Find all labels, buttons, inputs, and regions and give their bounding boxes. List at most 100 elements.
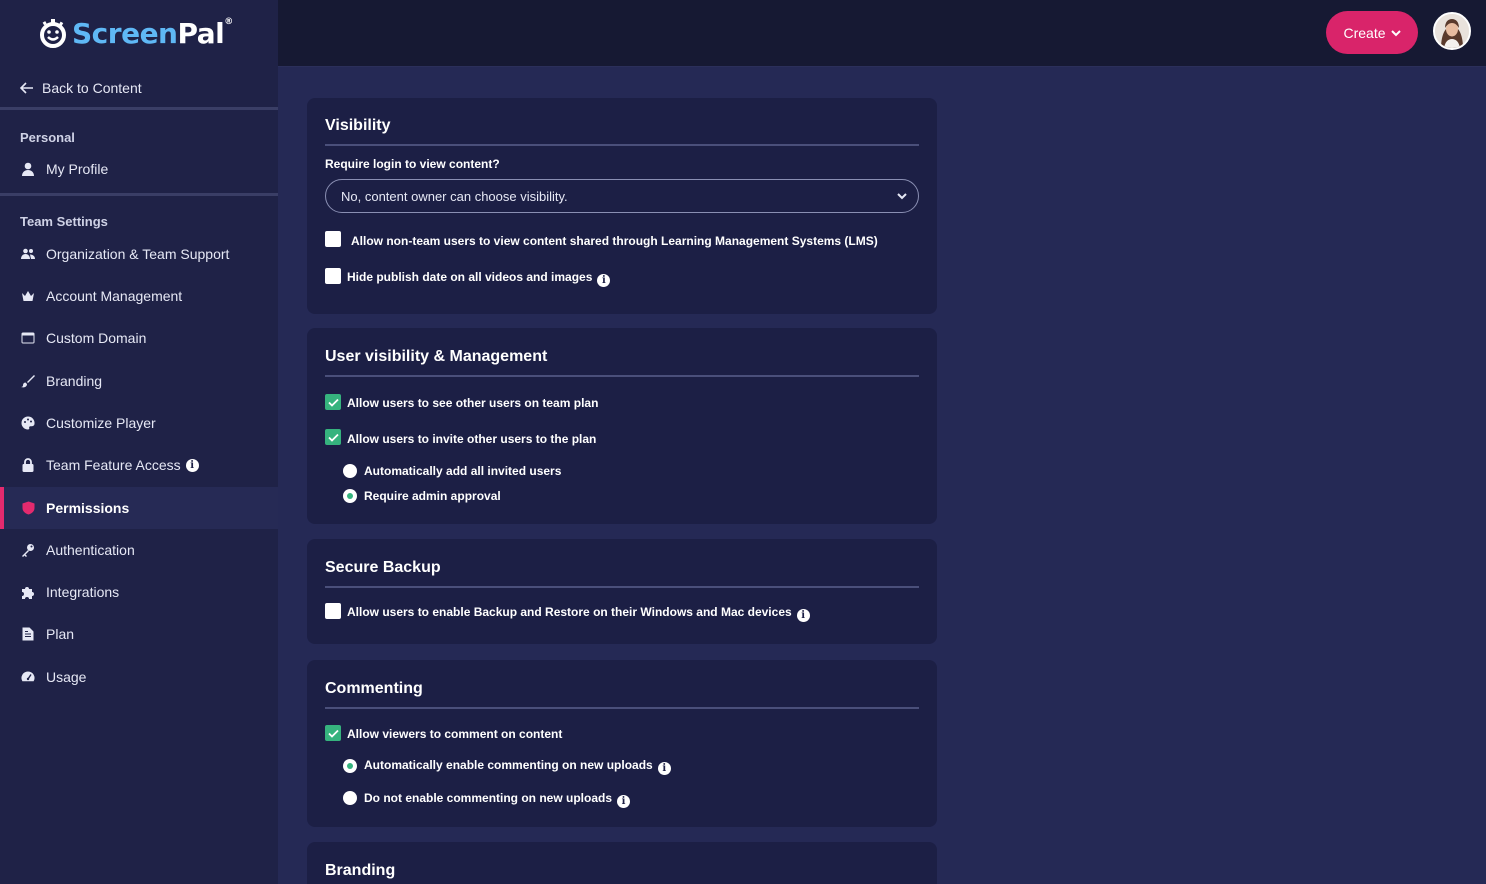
info-icon[interactable]: i — [185, 458, 199, 472]
visibility-card: Visibility Require login to view content… — [307, 98, 937, 314]
document-icon — [20, 626, 36, 642]
sidebar-item-plan[interactable]: Plan — [0, 613, 278, 655]
card-title: Secure Backup — [325, 559, 441, 576]
back-label: Back to Content — [42, 79, 142, 96]
window-icon — [20, 330, 36, 346]
hide-publish-date-label: Hide publish date on all videos and imag… — [347, 270, 593, 284]
card-title: Commenting — [325, 680, 423, 697]
card-title: Branding — [325, 862, 396, 879]
invite-users-checkbox[interactable] — [325, 429, 341, 445]
sidebar-item-my-profile[interactable]: My Profile — [0, 148, 278, 190]
sidebar-item-integrations[interactable]: Integrations — [0, 571, 278, 613]
info-icon[interactable]: i — [617, 795, 631, 808]
admin-approval-label: Require admin approval — [364, 489, 501, 503]
check-icon — [327, 433, 339, 442]
arrow-left-icon — [20, 81, 33, 94]
no-enable-comments-radio[interactable] — [343, 791, 357, 805]
sidebar-item-branding[interactable]: Branding — [0, 360, 278, 402]
sidebar-item-label: Plan — [46, 626, 75, 642]
allow-comments-checkbox[interactable] — [325, 725, 341, 741]
allow-comments-label: Allow viewers to comment on content — [347, 727, 563, 741]
sidebar-item-permissions[interactable]: Permissions — [0, 487, 278, 529]
crown-icon — [20, 288, 36, 304]
sidebar-item-label: Integrations — [46, 584, 120, 600]
auto-enable-comments-radio[interactable] — [343, 759, 357, 773]
no-enable-row: Do not enable commenting on new uploads i — [364, 791, 631, 808]
sidebar-item-label: Permissions — [46, 500, 130, 516]
user-icon — [20, 161, 36, 177]
puzzle-icon — [20, 584, 36, 600]
sidebar-item-customize-player[interactable]: Customize Player — [0, 402, 278, 444]
info-icon[interactable]: i — [796, 609, 810, 622]
sidebar-item-account-management[interactable]: Account Management — [0, 275, 278, 317]
card-divider — [325, 707, 919, 709]
chevron-down-icon — [897, 193, 907, 200]
sidebar-item-custom-domain[interactable]: Custom Domain — [0, 317, 278, 359]
admin-approval-radio[interactable] — [343, 489, 357, 503]
commenting-card: Commenting Allow viewers to comment on c… — [307, 660, 937, 827]
secure-backup-card: Secure Backup Allow users to enable Back… — [307, 539, 937, 644]
sidebar-item-organization[interactable]: Organization & Team Support — [0, 233, 278, 275]
logo-text: ScreenPal® — [72, 16, 233, 50]
lock-icon — [20, 457, 36, 473]
require-login-select[interactable]: No, content owner can choose visibility. — [325, 179, 919, 213]
sidebar-item-label: Branding — [46, 373, 103, 389]
branding-card: Branding — [307, 842, 937, 884]
brush-icon — [20, 373, 36, 389]
lms-label: Allow non-team users to view content sha… — [351, 234, 878, 248]
screenpal-logo[interactable]: ScreenPal® — [38, 16, 233, 50]
see-users-checkbox[interactable] — [325, 394, 341, 410]
hide-publish-date-row: Hide publish date on all videos and imag… — [347, 270, 611, 287]
sidebar-item-authentication[interactable]: Authentication — [0, 529, 278, 571]
create-label: Create — [1343, 24, 1386, 41]
check-icon — [327, 398, 339, 407]
lms-checkbox[interactable] — [325, 231, 341, 247]
sidebar-divider — [0, 193, 278, 196]
select-value: No, content owner can choose visibility. — [341, 188, 568, 204]
card-title: Visibility — [325, 117, 391, 134]
card-divider — [325, 375, 919, 377]
invite-users-label: Allow users to invite other users to the… — [347, 432, 597, 446]
gauge-icon — [20, 669, 36, 685]
sidebar-item-label: My Profile — [46, 161, 109, 177]
top-bar — [278, 0, 1486, 67]
back-to-content-link[interactable]: Back to Content — [0, 68, 278, 110]
team-settings-section-title: Team Settings — [20, 214, 108, 229]
hide-publish-date-checkbox[interactable] — [325, 268, 341, 284]
sidebar-item-label: Customize Player — [46, 415, 156, 431]
require-login-label: Require login to view content? — [325, 157, 500, 171]
shield-icon — [20, 500, 36, 516]
auto-enable-row: Automatically enable commenting on new u… — [364, 758, 671, 775]
info-icon[interactable]: i — [657, 762, 671, 775]
sidebar-item-usage[interactable]: Usage — [0, 656, 278, 698]
see-users-label: Allow users to see other users on team p… — [347, 396, 599, 410]
card-divider — [325, 144, 919, 146]
user-visibility-card: User visibility & Management Allow users… — [307, 328, 937, 524]
palette-icon — [20, 415, 36, 431]
users-icon — [20, 246, 36, 262]
auto-add-label: Automatically add all invited users — [364, 464, 562, 478]
key-icon — [20, 542, 36, 558]
sidebar: ScreenPal® Back to Content Personal My P… — [0, 0, 278, 884]
avatar[interactable] — [1433, 12, 1471, 50]
personal-section-title: Personal — [20, 130, 75, 145]
card-divider — [325, 586, 919, 588]
check-icon — [327, 729, 339, 738]
info-icon[interactable]: i — [597, 274, 611, 287]
logo-mark-icon — [40, 19, 66, 48]
auto-enable-label: Automatically enable commenting on new u… — [364, 758, 653, 772]
create-button[interactable]: Create — [1326, 11, 1418, 54]
sidebar-item-label: Usage — [46, 669, 87, 685]
chevron-down-icon — [1390, 29, 1401, 36]
sidebar-item-label: Team Feature Access — [46, 457, 181, 473]
sidebar-item-label: Custom Domain — [46, 330, 147, 346]
user-photo-icon — [1435, 14, 1469, 48]
sidebar-item-label: Organization & Team Support — [46, 246, 230, 262]
sidebar-item-label: Authentication — [46, 542, 135, 558]
auto-add-radio[interactable] — [343, 464, 357, 478]
backup-checkbox[interactable] — [325, 603, 341, 619]
sidebar-item-label: Account Management — [46, 288, 183, 304]
no-enable-label: Do not enable commenting on new uploads — [364, 791, 613, 805]
backup-row: Allow users to enable Backup and Restore… — [347, 605, 810, 622]
sidebar-item-team-feature-access[interactable]: Team Feature Access i — [0, 444, 278, 486]
